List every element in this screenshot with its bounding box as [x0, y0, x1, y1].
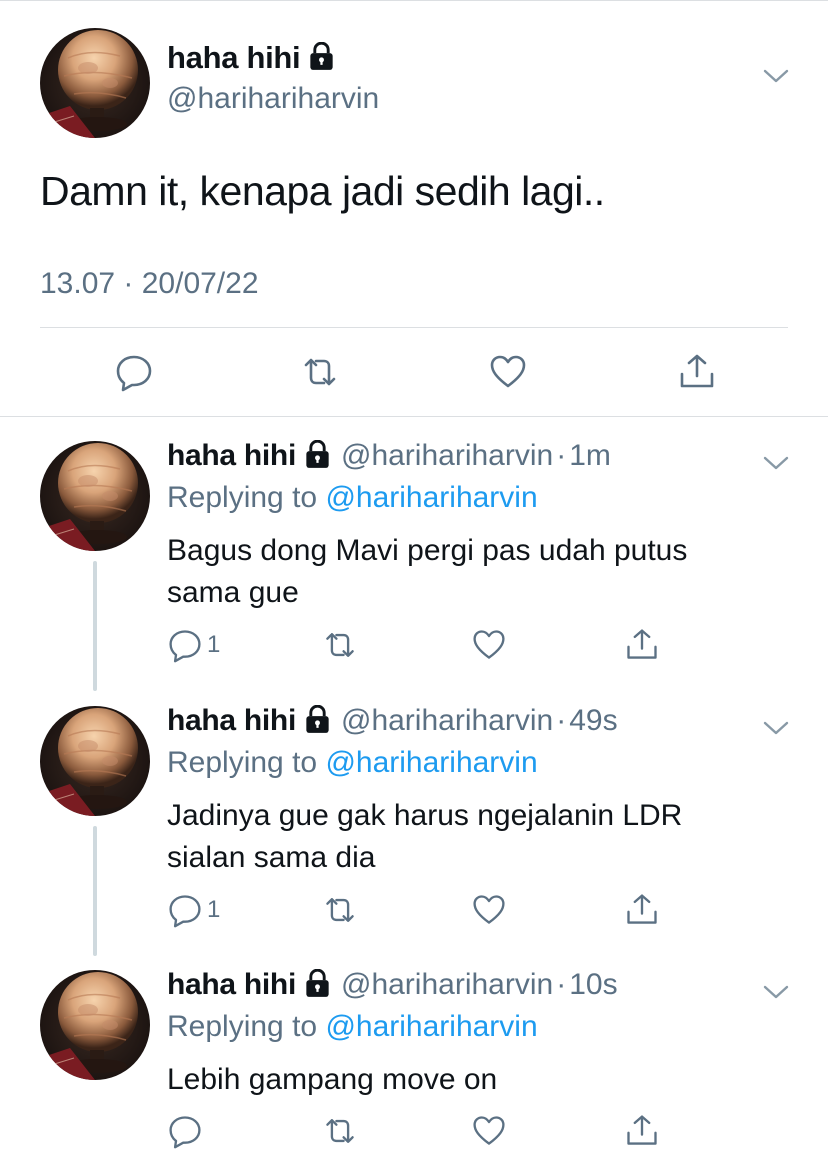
avatar[interactable] — [40, 970, 150, 1080]
tweet-text: Jadinya gue gak harus ngejalanin LDR sia… — [167, 799, 683, 874]
separator: · — [556, 704, 567, 737]
tweet-text: Damn it, kenapa jadi sedih lagi.. — [40, 168, 605, 214]
reply-count: 1 — [207, 896, 221, 923]
reply-icon — [167, 1113, 203, 1149]
reply-icon — [114, 352, 154, 392]
share-button[interactable] — [677, 352, 717, 392]
tweet-time[interactable]: 49s — [569, 704, 617, 737]
chevron-down-icon[interactable] — [762, 66, 790, 86]
lock-icon — [304, 440, 331, 469]
main-tweet: haha hihi @harihariharvin Damn it, kenap… — [0, 0, 828, 417]
reply-icon — [167, 627, 203, 663]
user-handle[interactable]: @harihariharvin — [341, 439, 553, 472]
like-icon — [471, 627, 507, 663]
tweet-text: Lebih gampang move on — [167, 1063, 498, 1096]
retweet-button[interactable] — [300, 352, 340, 392]
display-name[interactable]: haha hihi — [167, 704, 296, 737]
reply-button[interactable]: 1 — [167, 625, 237, 665]
lock-icon — [304, 705, 331, 734]
replying-to: Replying to @harihariharvin — [167, 1010, 538, 1044]
like-button[interactable] — [471, 1111, 511, 1151]
share-button[interactable] — [624, 890, 664, 930]
retweet-icon — [322, 627, 358, 663]
tweet-header: haha hihi @harihariharvin · 49s — [167, 704, 618, 738]
display-name[interactable]: haha hihi — [167, 40, 335, 76]
reply-tweet[interactable]: haha hihi @harihariharvin · 49s Replying to… — [0, 682, 828, 956]
retweet-button[interactable] — [322, 1111, 362, 1151]
like-button[interactable] — [471, 890, 511, 930]
thread-line — [93, 826, 97, 956]
divider — [40, 327, 788, 328]
retweet-button[interactable] — [322, 890, 362, 930]
retweet-icon — [300, 352, 340, 392]
chevron-down-icon[interactable] — [762, 982, 790, 1002]
replying-prefix: Replying to — [167, 746, 318, 779]
tweet-header: haha hihi @harihariharvin · 1m — [167, 439, 611, 473]
reply-count: 1 — [207, 631, 221, 658]
reply-button[interactable]: 1 — [167, 890, 237, 930]
replying-to: Replying to @harihariharvin — [167, 481, 538, 515]
mention-link[interactable]: @harihariharvin — [325, 746, 537, 779]
replying-prefix: Replying to — [167, 481, 318, 514]
share-button[interactable] — [624, 1111, 664, 1151]
user-handle[interactable]: @harihariharvin — [341, 704, 553, 737]
replying-prefix: Replying to — [167, 1010, 318, 1043]
reply-button[interactable] — [114, 352, 154, 392]
reply-icon — [167, 892, 203, 928]
lock-icon — [304, 969, 331, 998]
retweet-icon — [322, 1113, 358, 1149]
display-name[interactable]: haha hihi — [167, 439, 296, 472]
lock-icon — [308, 42, 335, 71]
avatar[interactable] — [40, 706, 150, 816]
chevron-down-icon[interactable] — [762, 718, 790, 738]
share-icon — [624, 1113, 660, 1149]
tweet-header: haha hihi @harihariharvin · 10s — [167, 968, 618, 1002]
like-icon — [471, 892, 507, 928]
mention-link[interactable]: @harihariharvin — [325, 1010, 537, 1043]
chevron-down-icon[interactable] — [762, 453, 790, 473]
retweet-button[interactable] — [322, 625, 362, 665]
separator: · — [556, 439, 567, 472]
reply-button[interactable] — [167, 1111, 207, 1151]
avatar[interactable] — [40, 441, 150, 551]
separator: · — [556, 968, 567, 1001]
avatar[interactable] — [40, 28, 150, 138]
share-icon — [624, 892, 660, 928]
share-button[interactable] — [624, 625, 664, 665]
tweet-time[interactable]: 10s — [569, 968, 617, 1001]
reply-tweet[interactable]: haha hihi @harihariharvin · 1m Replying to … — [0, 417, 828, 691]
tweet-text: Bagus dong Mavi pergi pas udah putus sam… — [167, 534, 688, 609]
retweet-icon — [322, 892, 358, 928]
display-name-text: haha hihi — [167, 40, 301, 75]
user-handle[interactable]: @harihariharvin — [167, 82, 379, 116]
share-icon — [624, 627, 660, 663]
mention-link[interactable]: @harihariharvin — [325, 481, 537, 514]
user-handle[interactable]: @harihariharvin — [341, 968, 553, 1001]
thread-line — [93, 561, 97, 691]
reply-tweet[interactable]: haha hihi @harihariharvin · 10s Replying to… — [0, 946, 828, 1163]
display-name[interactable]: haha hihi — [167, 968, 296, 1001]
replying-to: Replying to @harihariharvin — [167, 746, 538, 780]
like-icon — [471, 1113, 507, 1149]
tweet-timestamp[interactable]: 13.07 · 20/07/22 — [40, 267, 259, 301]
like-button[interactable] — [488, 352, 528, 392]
share-icon — [677, 352, 717, 392]
like-icon — [488, 352, 528, 392]
like-button[interactable] — [471, 625, 511, 665]
tweet-time[interactable]: 1m — [569, 439, 611, 472]
